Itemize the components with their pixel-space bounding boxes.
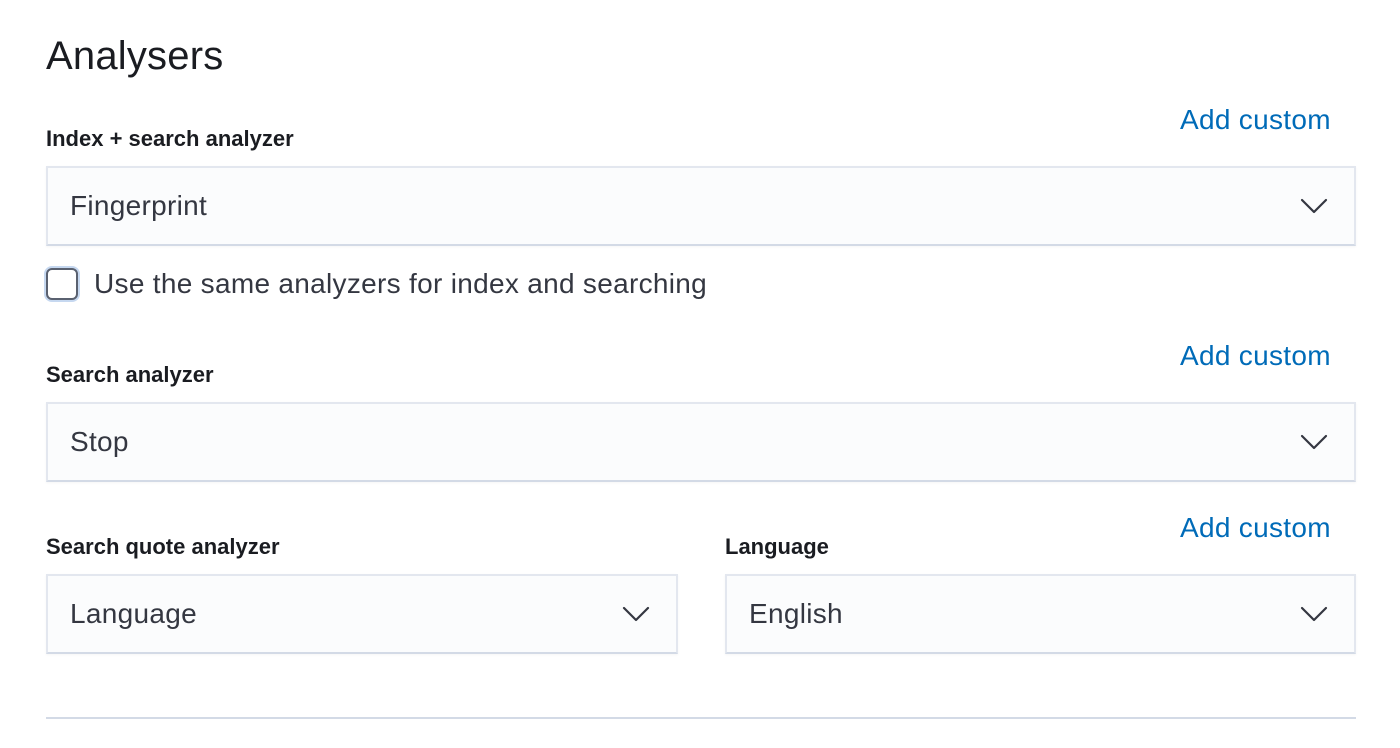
analysers-panel: Analysers Index + search analyzer Add cu… <box>0 0 1400 748</box>
chevron-down-icon <box>1300 606 1328 622</box>
search-quote-analyzer-select[interactable]: Language <box>46 574 678 654</box>
chevron-down-icon <box>622 606 650 622</box>
index-search-analyzer-select[interactable]: Fingerprint <box>46 166 1356 246</box>
section-divider <box>46 717 1356 719</box>
same-analyzers-checkbox-label[interactable]: Use the same analyzers for index and sea… <box>94 268 707 300</box>
page-title: Analysers <box>46 34 224 78</box>
search-analyzer-select[interactable]: Stop <box>46 402 1356 482</box>
search-analyzer-value: Stop <box>70 426 129 457</box>
search-add-custom-link[interactable]: Add custom <box>1180 340 1331 372</box>
language-add-custom-link[interactable]: Add custom <box>1180 512 1331 544</box>
chevron-down-icon <box>1300 434 1328 450</box>
search-quote-analyzer-value: Language <box>70 598 197 629</box>
language-value: English <box>749 598 843 629</box>
index-search-analyzer-label: Index + search analyzer <box>46 126 294 151</box>
search-analyzer-label: Search analyzer <box>46 362 214 387</box>
index-search-analyzer-value: Fingerprint <box>70 190 208 221</box>
language-label: Language <box>725 534 829 559</box>
same-analyzers-checkbox[interactable] <box>46 268 78 300</box>
chevron-down-icon <box>1300 198 1328 214</box>
language-select[interactable]: English <box>725 574 1356 654</box>
index-search-add-custom-link[interactable]: Add custom <box>1180 104 1331 136</box>
search-quote-analyzer-label: Search quote analyzer <box>46 534 280 559</box>
same-analyzers-checkbox-row[interactable]: Use the same analyzers for index and sea… <box>46 266 707 302</box>
